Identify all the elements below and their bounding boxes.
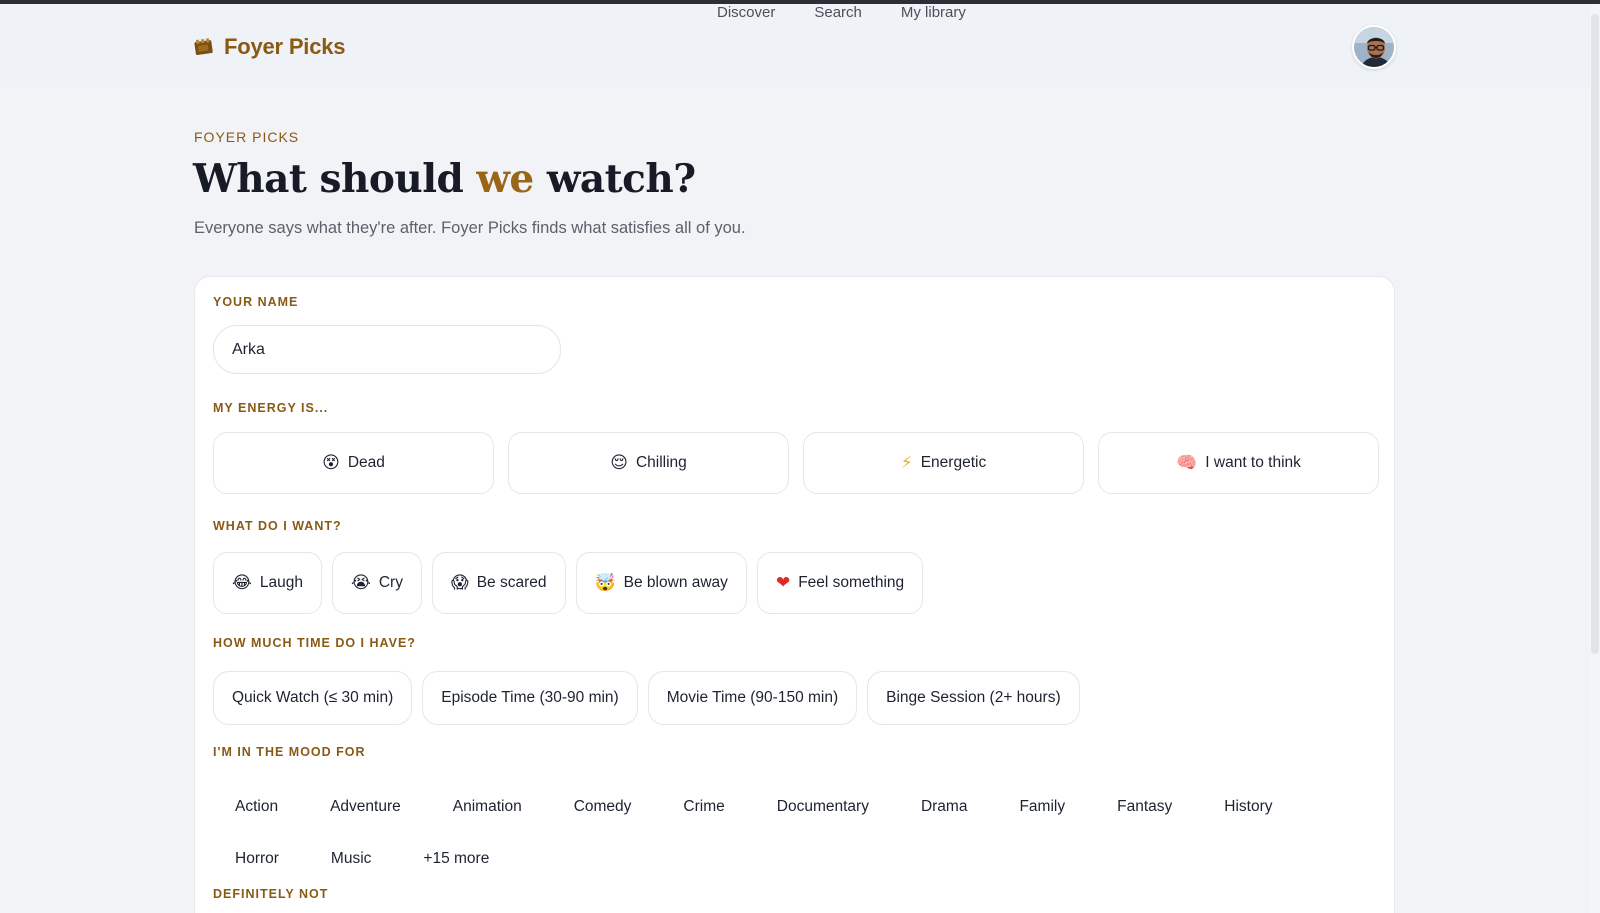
energy-option-dead[interactable]: 😵 Dead xyxy=(213,432,494,494)
preferences-form-card: YOUR NAME MY ENERGY IS... 😵 Dead 😌 Chill… xyxy=(194,276,1395,913)
energy-option-label: Dead xyxy=(347,454,385,471)
top-navigation: Foyer Picks Discover Search My library xyxy=(0,4,1590,88)
want-option-label: Cry xyxy=(378,574,403,591)
energy-option-energetic[interactable]: ⚡ Energetic xyxy=(803,432,1084,494)
time-option-movie[interactable]: Movie Time (90-150 min) xyxy=(647,671,858,725)
page-eyebrow: FOYER PICKS xyxy=(194,129,300,145)
want-options: 😂 Laugh 😭 Cry 😱 Be scared 🤯 Be blown awa… xyxy=(213,552,924,614)
time-option-episode[interactable]: Episode Time (30-90 min) xyxy=(422,671,638,725)
nav-search[interactable]: Search xyxy=(814,4,862,21)
genre-options: Action Adventure Animation Comedy Crime … xyxy=(213,781,1333,885)
page-subtitle: Everyone says what they're after. Foyer … xyxy=(194,219,746,237)
more-genres-button[interactable]: +15 more xyxy=(401,850,511,868)
energy-option-think[interactable]: 🧠 I want to think xyxy=(1098,432,1379,494)
want-option-cry[interactable]: 😭 Cry xyxy=(331,552,422,614)
want-label: WHAT DO I WANT? xyxy=(213,519,342,533)
genre-chip-horror[interactable]: Horror xyxy=(213,850,301,868)
energy-label: MY ENERGY IS... xyxy=(213,401,329,415)
scrollbar-thumb[interactable] xyxy=(1591,14,1599,654)
want-option-label: Be blown away xyxy=(623,574,728,591)
lightning-icon: ⚡ xyxy=(900,452,913,473)
want-option-blown-away[interactable]: 🤯 Be blown away xyxy=(575,552,747,614)
genre-chip-adventure[interactable]: Adventure xyxy=(308,798,423,816)
genre-row: Horror Music +15 more xyxy=(213,833,1333,885)
main-nav: Discover Search My library xyxy=(717,4,966,21)
name-label: YOUR NAME xyxy=(213,295,299,309)
screaming-face-icon: 😱 xyxy=(450,572,469,593)
brand-name: Foyer Picks xyxy=(224,34,346,59)
title-accent-word: we xyxy=(476,156,534,202)
want-option-scared[interactable]: 😱 Be scared xyxy=(431,552,566,614)
definitely-not-label: DEFINITELY NOT xyxy=(213,887,329,901)
crying-face-icon: 😭 xyxy=(350,572,371,593)
time-option-binge[interactable]: Binge Session (2+ hours) xyxy=(867,671,1080,725)
user-photo-icon xyxy=(1354,27,1394,67)
heart-icon: ❤ xyxy=(775,572,791,593)
brand-logo[interactable]: Foyer Picks xyxy=(194,34,346,60)
want-option-feel-something[interactable]: ❤ Feel something xyxy=(756,552,924,614)
nav-discover[interactable]: Discover xyxy=(717,4,775,21)
want-option-label: Feel something xyxy=(798,574,905,591)
genre-chip-documentary[interactable]: Documentary xyxy=(755,798,891,816)
title-part-2: watch? xyxy=(533,156,696,202)
genre-chip-action[interactable]: Action xyxy=(213,798,300,816)
user-avatar[interactable] xyxy=(1352,25,1396,69)
time-label: HOW MUCH TIME DO I HAVE? xyxy=(213,636,416,650)
dizzy-face-icon: 😵 xyxy=(322,452,340,473)
nav-my-library[interactable]: My library xyxy=(901,4,966,21)
genre-chip-family[interactable]: Family xyxy=(997,798,1087,816)
want-option-label: Be scared xyxy=(476,574,547,591)
film-clapper-icon xyxy=(194,38,213,55)
genre-chip-fantasy[interactable]: Fantasy xyxy=(1095,798,1194,816)
genre-chip-music[interactable]: Music xyxy=(309,850,393,868)
title-part-1: What should xyxy=(193,156,477,202)
time-options: Quick Watch (≤ 30 min) Episode Time (30-… xyxy=(213,671,1080,725)
energy-option-chilling[interactable]: 😌 Chilling xyxy=(508,432,789,494)
name-input[interactable] xyxy=(213,325,561,374)
relieved-face-icon: 😌 xyxy=(610,452,628,473)
genre-chip-drama[interactable]: Drama xyxy=(899,798,990,816)
genre-chip-history[interactable]: History xyxy=(1202,798,1294,816)
time-option-quick-watch[interactable]: Quick Watch (≤ 30 min) xyxy=(213,671,413,725)
brain-icon: 🧠 xyxy=(1176,452,1198,473)
page-title: What should we watch? xyxy=(193,156,696,202)
mood-label: I'M IN THE MOOD FOR xyxy=(213,745,366,759)
exploding-head-icon: 🤯 xyxy=(594,572,616,593)
energy-option-label: Chilling xyxy=(635,454,687,471)
laughing-face-icon: 😂 xyxy=(232,572,252,593)
genre-row: Action Adventure Animation Comedy Crime … xyxy=(213,781,1333,833)
energy-option-label: I want to think xyxy=(1205,454,1301,471)
genre-chip-crime[interactable]: Crime xyxy=(661,798,746,816)
want-option-label: Laugh xyxy=(259,574,303,591)
want-option-laugh[interactable]: 😂 Laugh xyxy=(213,552,322,614)
energy-options: 😵 Dead 😌 Chilling ⚡ Energetic 🧠 I want t… xyxy=(213,432,1379,494)
genre-chip-comedy[interactable]: Comedy xyxy=(552,798,654,816)
page-scrollbar[interactable] xyxy=(1590,4,1600,913)
energy-option-label: Energetic xyxy=(920,454,987,471)
genre-chip-animation[interactable]: Animation xyxy=(431,798,544,816)
